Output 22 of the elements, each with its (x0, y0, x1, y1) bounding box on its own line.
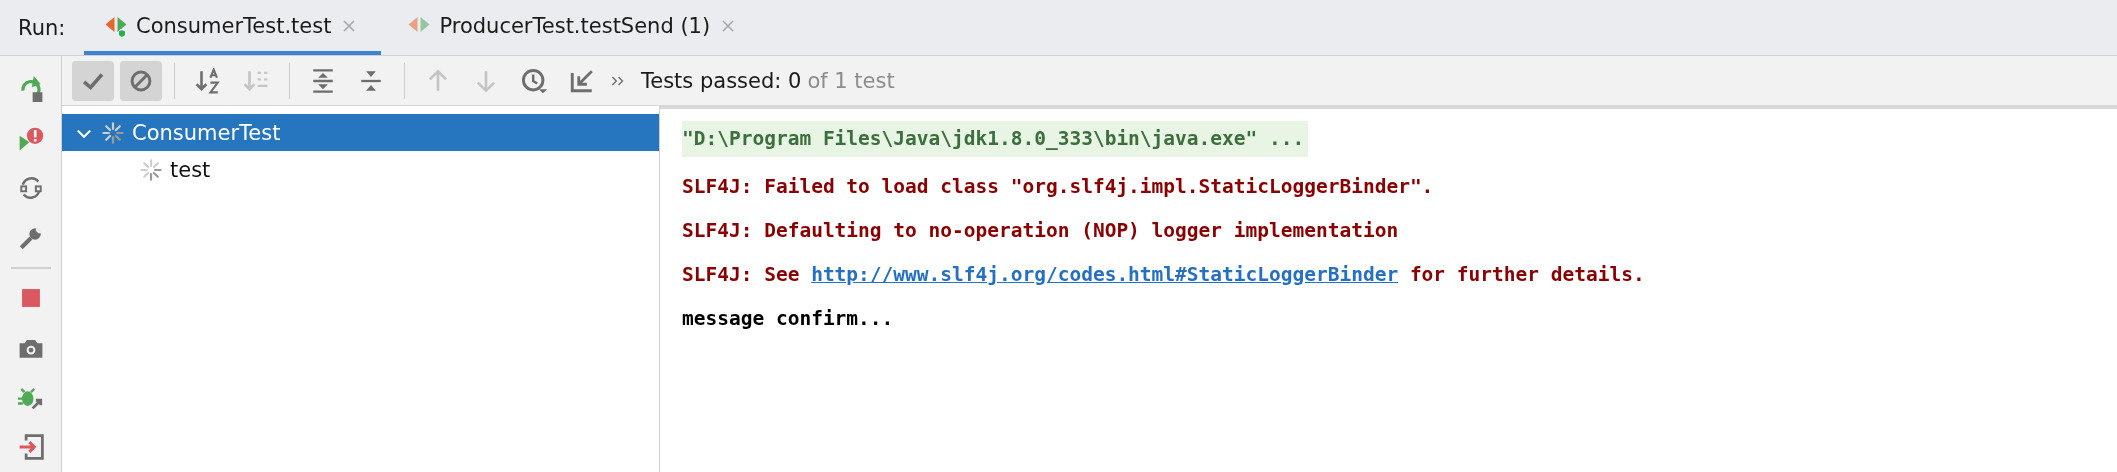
console-line: message confirm... (682, 306, 894, 332)
wrench-icon[interactable] (17, 225, 44, 252)
show-ignored-button[interactable] (120, 60, 162, 101)
toggle-auto-test-icon[interactable] (17, 175, 44, 202)
history-icon[interactable] (521, 67, 547, 94)
sort-alphabetically-icon[interactable] (195, 67, 221, 94)
spinner-icon (140, 158, 162, 181)
test-count-label: of 1 test (807, 68, 895, 93)
expand-all-icon[interactable] (310, 67, 336, 94)
console-line: SLF4J: Failed to load class "org.slf4j.impl.StaticLoggerBinder". (682, 174, 1434, 200)
spinner-icon (102, 121, 124, 144)
tests-passed-label: Tests passed: 0 (641, 68, 802, 93)
run-label: Run: (17, 15, 67, 40)
tree-row[interactable]: ConsumerTest (62, 114, 659, 151)
tree-row[interactable]: test (62, 151, 659, 188)
exit-icon[interactable] (17, 434, 44, 461)
console-line: SLF4J: Defaulting to no-operation (NOP) logger implementation (682, 218, 1399, 244)
show-passed-button[interactable] (72, 60, 114, 101)
url-link[interactable]: http://www.slf4j.org/codes.html#StaticLoggerBinder (811, 263, 1399, 286)
run-tab[interactable]: ProducerTest.testSend (1) (387, 0, 761, 55)
rerun-failed-icon[interactable] (17, 125, 44, 152)
console-line: SLF4J: See http://www.slf4j.org/codes.html#StaticLoggerBinder for further details. (682, 262, 1645, 288)
